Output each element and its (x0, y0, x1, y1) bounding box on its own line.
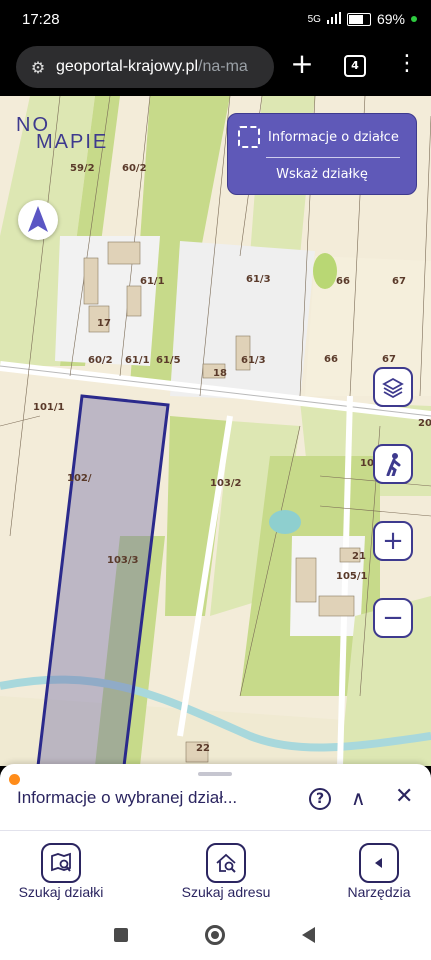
close-button[interactable]: ✕ (395, 784, 413, 809)
divider (266, 157, 400, 158)
app-logo: NO MAPIE (16, 114, 116, 154)
layers-icon (382, 377, 404, 398)
parcel-number-label: 67 (382, 354, 396, 365)
parcel-number-label: 102/ (67, 473, 92, 484)
parcel-number-label: 59/2 (70, 163, 95, 174)
tools-button[interactable] (359, 843, 399, 883)
parcel-number-label: 60/2 (88, 355, 113, 366)
battery-icon (346, 12, 371, 26)
privacy-dot (411, 16, 417, 22)
parcel-info-title: Informacje o działce (268, 129, 399, 145)
back-button[interactable] (302, 927, 315, 943)
layers-button[interactable] (373, 367, 413, 407)
parcel-number-label: 103/2 (210, 478, 242, 489)
zoom-in-button[interactable]: + (373, 521, 413, 561)
parcel-number-label: 10 (360, 458, 374, 469)
home-button[interactable] (205, 925, 225, 945)
chevron-left-icon (375, 858, 382, 868)
recents-button[interactable] (114, 928, 128, 942)
parcel-info-panel: Informacje o działce Wskaż działkę (227, 113, 417, 195)
point-parcel-button[interactable]: Wskaż działkę (228, 167, 416, 182)
parcel-number-label: 61/1 (125, 355, 150, 366)
parcel-number-label: 61/3 (241, 355, 266, 366)
parcel-number-label: 22 (196, 743, 210, 754)
browser-toolbar: ⚙ geoportal-krajowy.pl/na-ma + 4 ⋮ (0, 40, 431, 96)
tab-switcher-button[interactable]: 4 (344, 55, 366, 77)
parcel-number-label: 18 (213, 368, 227, 379)
status-bar: 17:28 5G 69% (0, 0, 431, 40)
parcel-number-label: 101/1 (33, 402, 65, 413)
map-canvas[interactable]: 59/260/26561/161/366671760/261/161/51861… (0, 96, 431, 766)
new-tab-button[interactable]: + (288, 50, 316, 78)
parcel-number-label: 61/3 (246, 274, 271, 285)
url-path: /na-ma (198, 58, 248, 75)
search-address-label[interactable]: Szukaj adresu (161, 884, 291, 900)
info-bottom-sheet: Informacje o wybranej dział... ? ∧ ✕ (0, 764, 431, 830)
tune-icon[interactable]: ⚙ (20, 58, 56, 77)
search-address-button[interactable] (206, 843, 246, 883)
parcel-number-label: 60/2 (122, 163, 147, 174)
bottom-nav: Szukaj działki Szukaj adresu Narzędzia (0, 830, 431, 911)
notification-dot (9, 774, 20, 785)
status-time: 17:28 (22, 11, 60, 28)
sheet-drag-handle[interactable] (198, 772, 232, 776)
parcel-number-label: 20 (418, 418, 431, 429)
system-nav-bar (0, 910, 431, 960)
parcel-number-label: 21 (352, 551, 366, 562)
parcel-number-label: 105/1 (336, 571, 368, 582)
walking-person-icon (386, 453, 401, 476)
parcel-number-label: 66 (324, 354, 338, 365)
logo-line2: MAPIE (36, 131, 109, 153)
browser-menu-button[interactable]: ⋮ (396, 50, 418, 78)
select-area-icon (238, 126, 260, 148)
signal-icon (326, 11, 341, 27)
parcel-info-header[interactable]: Informacje o działce (238, 126, 399, 148)
parcel-number-label: 66 (336, 276, 350, 287)
address-bar[interactable]: ⚙ geoportal-krajowy.pl/na-ma (16, 46, 274, 88)
tools-label[interactable]: Narzędzia (314, 884, 431, 900)
network-type: 5G (307, 13, 321, 25)
help-button[interactable]: ? (309, 788, 331, 810)
parcel-number-label: 103/3 (107, 555, 139, 566)
parcel-number-label: 61/5 (156, 355, 181, 366)
search-parcel-label[interactable]: Szukaj działki (0, 884, 126, 900)
zoom-out-button[interactable]: − (373, 598, 413, 638)
home-search-icon (216, 853, 236, 873)
compass-button[interactable] (18, 200, 58, 240)
map-search-icon (51, 852, 71, 872)
search-parcel-button[interactable] (41, 843, 81, 883)
parcel-number-label: 67 (392, 276, 406, 287)
url-host: geoportal-krajowy.pl (56, 58, 198, 75)
parcel-number-label: 17 (97, 318, 111, 329)
battery-percent: 69% (376, 11, 405, 27)
expand-button[interactable]: ∧ (351, 786, 366, 810)
url-text[interactable]: geoportal-krajowy.pl/na-ma (56, 58, 270, 76)
north-arrow-icon (28, 206, 48, 232)
sheet-title: Informacje o wybranej dział... (17, 788, 238, 807)
status-icons: 5G 69% (308, 11, 417, 27)
street-view-button[interactable] (373, 444, 413, 484)
parcel-number-label: 61/1 (140, 276, 165, 287)
